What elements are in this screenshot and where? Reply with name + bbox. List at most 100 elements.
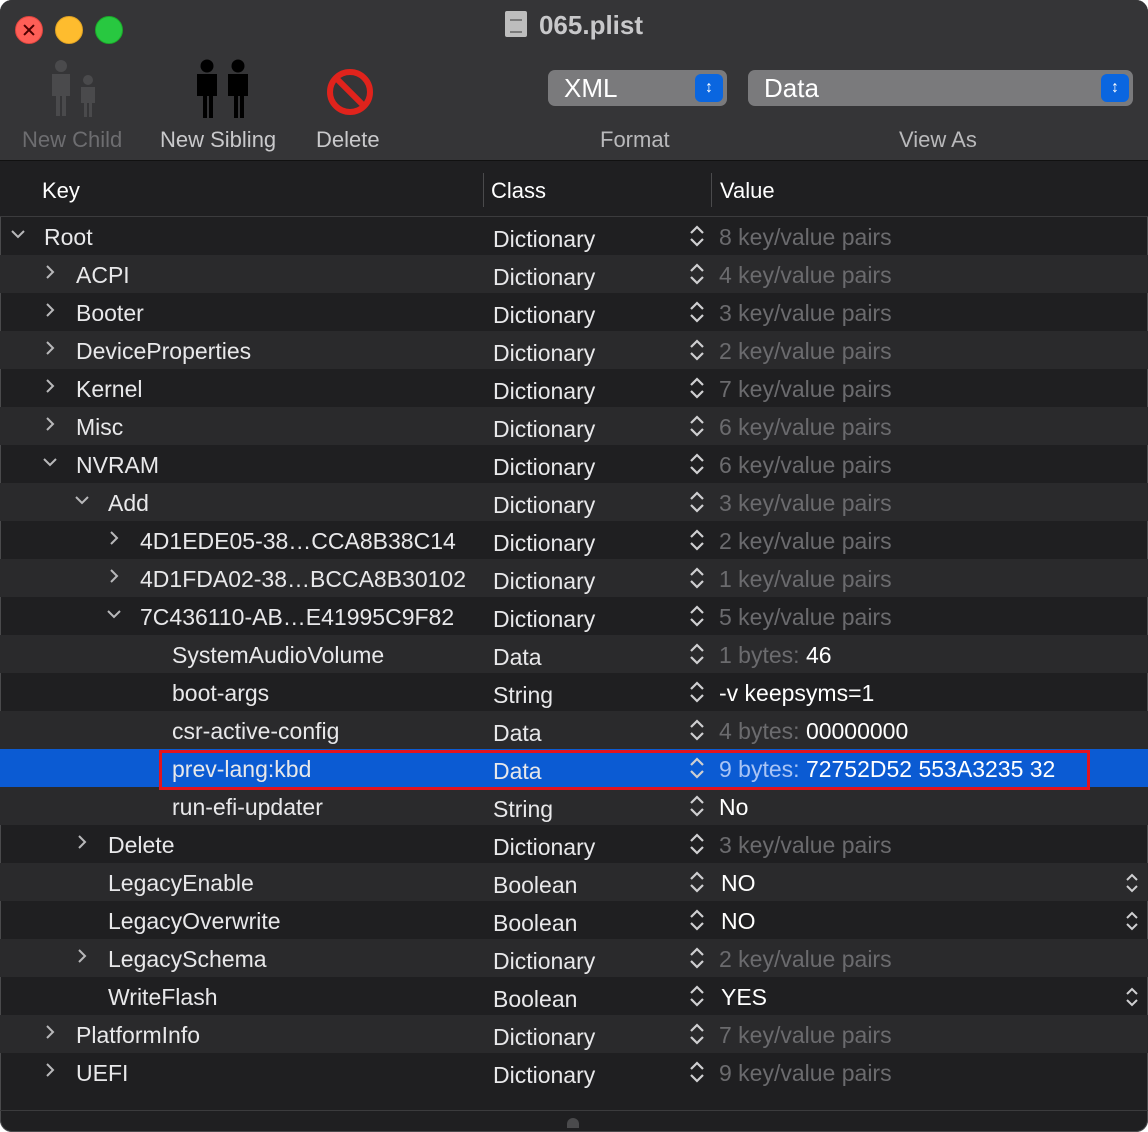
class-chevron-updown-icon[interactable] <box>687 869 707 895</box>
delete-button[interactable]: Delete <box>300 0 400 160</box>
row-key[interactable]: 4D1FDA02-38…BCCA8B30102 <box>140 566 466 593</box>
outline-row[interactable]: run-efi-updater String No <box>0 787 1148 825</box>
row-value[interactable]: 6 key/value pairs <box>719 452 892 479</box>
row-class[interactable]: String <box>493 796 553 823</box>
row-class[interactable]: Data <box>493 644 542 671</box>
row-value[interactable]: NO <box>719 908 756 935</box>
row-key[interactable]: LegacyEnable <box>108 870 254 897</box>
row-value[interactable]: 4 bytes: 00000000 <box>719 718 908 745</box>
row-value[interactable]: 3 key/value pairs <box>719 832 892 859</box>
row-value[interactable]: NO <box>719 870 756 897</box>
outline-row[interactable]: ACPI Dictionary 4 key/value pairs <box>0 255 1148 293</box>
row-class[interactable]: Boolean <box>493 986 577 1013</box>
row-class[interactable]: Dictionary <box>493 264 595 291</box>
class-chevron-updown-icon[interactable] <box>687 983 707 1009</box>
class-chevron-updown-icon[interactable] <box>687 679 707 705</box>
row-key[interactable]: run-efi-updater <box>172 794 323 821</box>
outline-row[interactable]: Delete Dictionary 3 key/value pairs <box>0 825 1148 863</box>
format-select[interactable]: XML ↕ <box>548 70 727 106</box>
class-chevron-updown-icon[interactable] <box>687 1059 707 1085</box>
row-value[interactable]: 7 key/value pairs <box>719 376 892 403</box>
outline-row[interactable]: Add Dictionary 3 key/value pairs <box>0 483 1148 521</box>
outline-row[interactable]: PlatformInfo Dictionary 7 key/value pairs <box>0 1015 1148 1053</box>
row-value[interactable]: 2 key/value pairs <box>719 338 892 365</box>
outline-row[interactable]: boot-args String -v keepsyms=1 <box>0 673 1148 711</box>
value-popup-chevron-icon[interactable] <box>1124 910 1140 932</box>
chevron-down-icon[interactable] <box>8 225 28 249</box>
new-sibling-button[interactable]: New Sibling <box>150 0 295 160</box>
chevron-down-icon[interactable] <box>72 491 92 515</box>
class-chevron-updown-icon[interactable] <box>687 451 707 477</box>
column-divider[interactable] <box>711 173 712 207</box>
row-class[interactable]: Boolean <box>493 872 577 899</box>
row-class[interactable]: Data <box>493 720 542 747</box>
chevron-right-icon[interactable] <box>104 529 124 553</box>
row-key[interactable]: Kernel <box>76 376 142 403</box>
column-divider[interactable] <box>483 173 484 207</box>
row-value[interactable]: 7 key/value pairs <box>719 1022 892 1049</box>
row-class[interactable]: Dictionary <box>493 492 595 519</box>
outline-row[interactable]: Misc Dictionary 6 key/value pairs <box>0 407 1148 445</box>
class-chevron-updown-icon[interactable] <box>687 907 707 933</box>
class-chevron-updown-icon[interactable] <box>687 603 707 629</box>
outline-row[interactable]: Root Dictionary 8 key/value pairs <box>0 217 1148 255</box>
column-header-value[interactable]: Value <box>720 178 775 204</box>
outline-row[interactable]: SystemAudioVolume Data 1 bytes: 46 <box>0 635 1148 673</box>
outline-row[interactable]: LegacySchema Dictionary 2 key/value pairs <box>0 939 1148 977</box>
row-key[interactable]: 7C436110-AB…E41995C9F82 <box>140 604 454 631</box>
row-value[interactable]: 2 key/value pairs <box>719 528 892 555</box>
class-chevron-updown-icon[interactable] <box>687 299 707 325</box>
class-chevron-updown-icon[interactable] <box>687 641 707 667</box>
value-popup-chevron-icon[interactable] <box>1124 872 1140 894</box>
row-class[interactable]: Dictionary <box>493 302 595 329</box>
row-class[interactable]: Dictionary <box>493 606 595 633</box>
outline-row[interactable]: csr-active-config Data 4 bytes: 00000000 <box>0 711 1148 749</box>
row-key[interactable]: DeviceProperties <box>76 338 251 365</box>
chevron-right-icon[interactable] <box>72 833 92 857</box>
chevron-right-icon[interactable] <box>40 263 60 287</box>
row-key[interactable]: LegacyOverwrite <box>108 908 281 935</box>
row-key[interactable]: 4D1EDE05-38…CCA8B38C14 <box>140 528 456 555</box>
row-class[interactable]: Dictionary <box>493 834 595 861</box>
chevron-down-icon[interactable] <box>40 453 60 477</box>
row-key[interactable]: WriteFlash <box>108 984 218 1011</box>
class-chevron-updown-icon[interactable] <box>687 261 707 287</box>
row-class[interactable]: Dictionary <box>493 416 595 443</box>
row-key[interactable]: Add <box>108 490 149 517</box>
row-class[interactable]: Dictionary <box>493 226 595 253</box>
row-class[interactable]: Dictionary <box>493 568 595 595</box>
outline-row[interactable]: DeviceProperties Dictionary 2 key/value pa… <box>0 331 1148 369</box>
row-value[interactable]: YES <box>719 984 767 1011</box>
outline-row[interactable]: Kernel Dictionary 7 key/value pairs <box>0 369 1148 407</box>
chevron-right-icon[interactable] <box>40 1023 60 1047</box>
class-chevron-updown-icon[interactable] <box>687 375 707 401</box>
column-header-class[interactable]: Class <box>491 178 546 204</box>
row-class[interactable]: Dictionary <box>493 340 595 367</box>
chevron-right-icon[interactable] <box>72 947 92 971</box>
row-class[interactable]: Dictionary <box>493 378 595 405</box>
outline-row[interactable]: 4D1EDE05-38…CCA8B38C14 Dictionary 2 key/va… <box>0 521 1148 559</box>
class-chevron-updown-icon[interactable] <box>687 793 707 819</box>
row-key[interactable]: Delete <box>108 832 174 859</box>
row-value[interactable]: 4 key/value pairs <box>719 262 892 289</box>
row-value[interactable]: 1 bytes: 46 <box>719 642 832 669</box>
chevron-right-icon[interactable] <box>40 339 60 363</box>
row-value[interactable]: 9 key/value pairs <box>719 1060 892 1087</box>
row-key[interactable]: Root <box>44 224 93 251</box>
class-chevron-updown-icon[interactable] <box>687 413 707 439</box>
class-chevron-updown-icon[interactable] <box>687 717 707 743</box>
class-chevron-updown-icon[interactable] <box>687 489 707 515</box>
chevron-right-icon[interactable] <box>40 1061 60 1085</box>
new-child-button[interactable]: New Child <box>0 0 150 160</box>
column-header-key[interactable]: Key <box>42 178 80 204</box>
outline-row[interactable]: 4D1FDA02-38…BCCA8B30102 Dictionary 1 key/v… <box>0 559 1148 597</box>
outline-row[interactable]: Booter Dictionary 3 key/value pairs <box>0 293 1148 331</box>
row-class[interactable]: Dictionary <box>493 530 595 557</box>
outline-row[interactable]: LegacyOverwrite Boolean NO <box>0 901 1148 939</box>
row-class[interactable]: Boolean <box>493 910 577 937</box>
class-chevron-updown-icon[interactable] <box>687 1021 707 1047</box>
class-chevron-updown-icon[interactable] <box>687 565 707 591</box>
row-value[interactable]: 1 key/value pairs <box>719 566 892 593</box>
chevron-right-icon[interactable] <box>104 567 124 591</box>
view-as-select[interactable]: Data ↕ <box>748 70 1133 106</box>
